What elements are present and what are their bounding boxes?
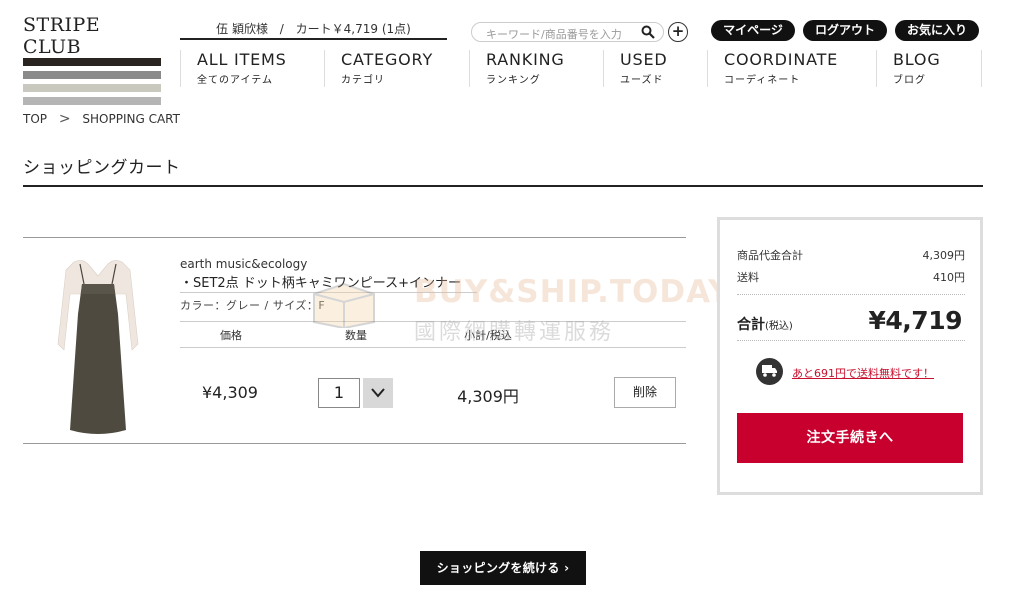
breadcrumb-separator: >: [58, 111, 71, 127]
grand-total-value: ¥4,719: [868, 306, 963, 335]
grand-total-label: 合計(税込): [737, 314, 793, 334]
quantity-value[interactable]: 1: [318, 378, 360, 408]
breadcrumb: TOP > SHOPPING CART: [23, 111, 180, 127]
col-header-price: 価格: [220, 329, 242, 342]
cart-total-link[interactable]: カート￥4,719 (1点): [296, 22, 411, 36]
logo-text: STRIPE CLUB: [23, 14, 101, 58]
logo-stripe: [23, 71, 161, 79]
breadcrumb-current: SHOPPING CART: [82, 112, 180, 126]
logo-stripe: [23, 84, 161, 92]
order-summary-panel: 商品代金合計 4,309円 送料 410円 合計(税込) ¥4,719 あと69…: [717, 217, 983, 495]
mypage-button[interactable]: マイページ: [711, 20, 795, 41]
user-cart-summary: 伍 穎欣様 / カート￥4,719 (1点): [180, 20, 447, 40]
tax-included-note: (税込): [765, 321, 793, 332]
product-name-divider: [180, 292, 477, 293]
quantity-dropdown-button[interactable]: [363, 378, 393, 408]
product-brand: earth music&ecology: [180, 257, 308, 271]
search-input[interactable]: [472, 25, 637, 44]
search-box: [471, 22, 664, 44]
nav-label-en: BLOG: [893, 50, 941, 69]
nav-item-ranking[interactable]: RANKING ランキング: [469, 50, 603, 87]
userbar-separator: /: [279, 22, 284, 36]
nav-label-ja: ユーズド: [620, 75, 664, 86]
table-header-divider: [180, 347, 686, 348]
nav-label-ja: 全てのアイテム: [197, 75, 273, 86]
free-shipping-link[interactable]: あと691円で送料無料です！: [792, 365, 934, 381]
nav-label-en: CATEGORY: [341, 50, 434, 69]
goods-total-value: 4,309円: [922, 249, 966, 262]
col-header-subtotal: 小計/税込: [464, 329, 512, 342]
nav-label-en: USED: [620, 50, 668, 69]
logo-stripe: [23, 58, 161, 66]
summary-divider: [737, 340, 965, 341]
col-header-qty: 数量: [345, 329, 367, 342]
nav-label-ja: ランキング: [486, 75, 541, 86]
site-logo[interactable]: STRIPE CLUB: [23, 14, 161, 105]
nav-item-all-items[interactable]: ALL ITEMS 全てのアイテム: [180, 50, 324, 87]
main-nav: ALL ITEMS 全てのアイテム CATEGORY カテゴリ RANKING …: [180, 50, 982, 87]
nav-item-used[interactable]: USED ユーズド: [603, 50, 707, 87]
cart-divider: [23, 237, 686, 238]
nav-label-ja: ブログ: [893, 75, 926, 86]
favorites-button[interactable]: お気に入り: [895, 20, 979, 41]
user-name: 伍 穎欣様: [216, 22, 268, 36]
product-variant: カラー：グレー / サイズ：F: [180, 299, 326, 312]
shipping-value: 410円: [933, 271, 965, 284]
item-subtotal: 4,309円: [457, 387, 519, 406]
goods-total-label: 商品代金合計: [737, 249, 803, 262]
table-header-divider: [180, 321, 686, 322]
breadcrumb-top-link[interactable]: TOP: [23, 112, 47, 126]
truck-icon: [756, 358, 783, 385]
logo-stripe: [23, 97, 161, 105]
expand-search-button[interactable]: +: [668, 22, 688, 42]
title-divider: [23, 185, 983, 187]
product-image[interactable]: [52, 254, 144, 438]
nav-label-en: ALL ITEMS: [197, 50, 287, 69]
nav-label-en: RANKING: [486, 50, 565, 69]
goods-total-row: 商品代金合計 4,309円: [737, 247, 965, 263]
nav-label-en: COORDINATE: [724, 50, 839, 69]
shipping-label: 送料: [737, 271, 759, 284]
chevron-down-icon: [371, 388, 385, 398]
cart-divider: [23, 443, 686, 444]
nav-label-ja: コーディネート: [724, 75, 801, 86]
nav-label-ja: カテゴリ: [341, 75, 385, 86]
nav-item-coordinate[interactable]: COORDINATE コーディネート: [707, 50, 876, 87]
nav-item-category[interactable]: CATEGORY カテゴリ: [324, 50, 469, 87]
item-price: ¥4,309: [202, 383, 258, 402]
checkout-button[interactable]: 注文手続きへ: [737, 413, 963, 463]
nav-divider: [981, 50, 982, 87]
logout-button[interactable]: ログアウト: [803, 20, 887, 41]
summary-divider: [737, 294, 965, 295]
page-title: ショッピングカート: [23, 158, 181, 178]
shipping-row: 送料 410円: [737, 269, 965, 285]
product-name[interactable]: ・SET2点 ドット柄キャミワンピース+インナー: [180, 272, 461, 291]
continue-shopping-button[interactable]: ショッピングを続ける ›: [420, 551, 586, 585]
grand-total-label-text: 合計: [737, 317, 765, 333]
search-icon[interactable]: [641, 25, 655, 39]
delete-button[interactable]: 削除: [614, 377, 676, 408]
nav-item-blog[interactable]: BLOG ブログ: [876, 50, 981, 87]
